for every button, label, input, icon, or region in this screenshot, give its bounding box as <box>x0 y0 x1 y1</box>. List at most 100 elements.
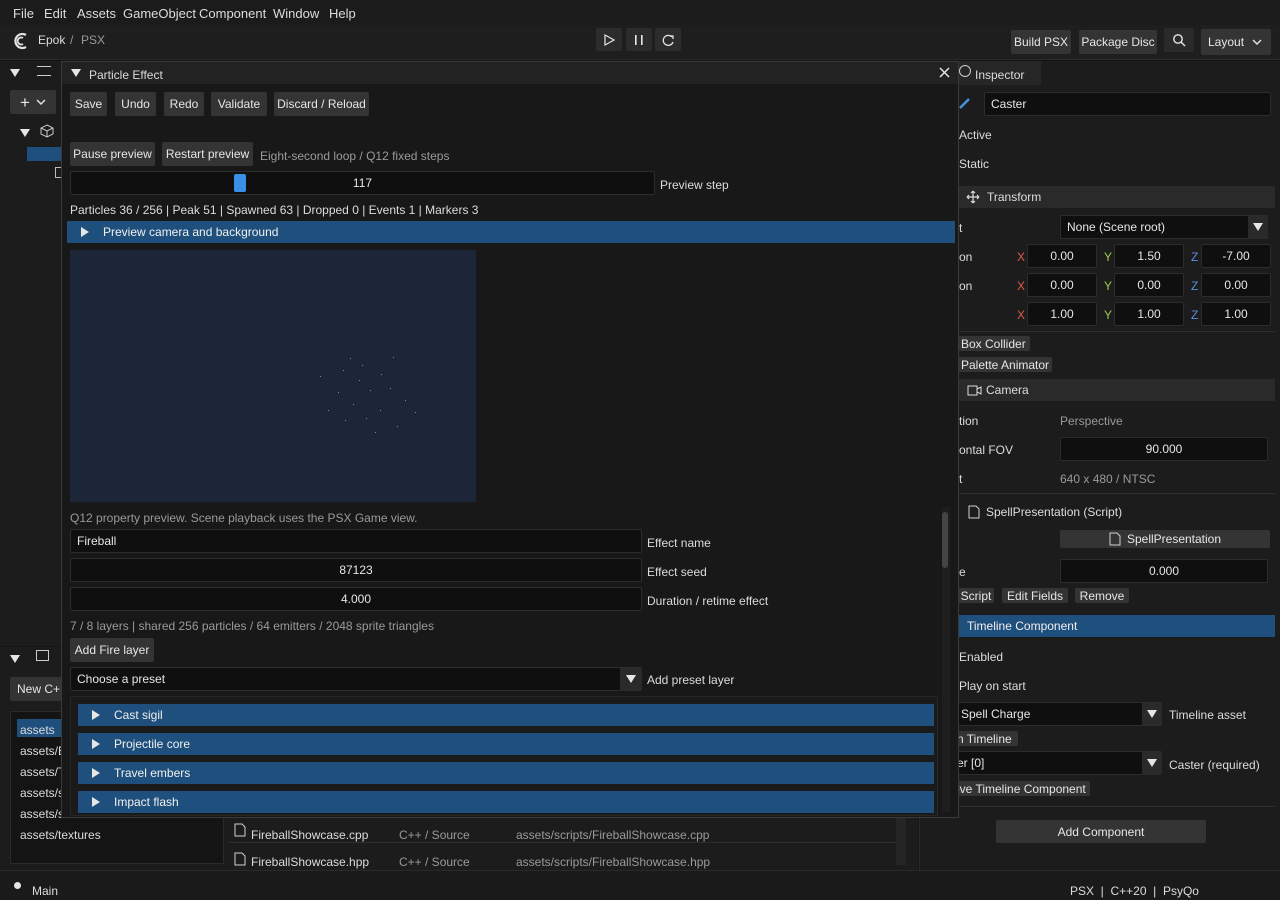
layer-header-projectile-core[interactable]: Projectile core <box>78 733 934 755</box>
menu-gameobject[interactable]: GameObject <box>123 6 196 21</box>
transform-header[interactable]: Transform <box>958 186 1275 208</box>
dialog-titlebar[interactable]: Particle Effect <box>62 62 958 84</box>
inspector-title: Inspector <box>975 68 1025 82</box>
restart-preview-button[interactable]: Restart preview <box>162 142 253 166</box>
timeline-header[interactable]: Timeline Component <box>958 615 1275 637</box>
static-label[interactable]: Static <box>959 157 989 171</box>
build-psx-button[interactable]: Build PSX <box>1011 30 1071 54</box>
duration-field[interactable]: 4.000 <box>70 587 642 611</box>
edit-name-icon[interactable] <box>958 96 972 110</box>
fov-field[interactable]: 90.000 <box>1060 437 1268 461</box>
pause-preview-button[interactable]: Pause preview <box>70 142 155 166</box>
rotation-y-field[interactable]: 0.00 <box>1114 273 1184 297</box>
position-y-field[interactable]: 1.50 <box>1114 244 1184 268</box>
layer-title: Projectile core <box>114 737 191 751</box>
close-icon[interactable] <box>939 67 950 78</box>
file-row[interactable]: FireballShowcase.hpp C++ / Source assets… <box>228 847 896 869</box>
preset-dropdown[interactable]: Choose a preset <box>70 667 642 691</box>
expand-arrow-icon <box>92 797 100 807</box>
folder-item[interactable]: assets <box>20 723 55 737</box>
layer-header-travel-embers[interactable]: Travel embers <box>78 762 934 784</box>
step-button[interactable] <box>655 28 681 51</box>
folder-item[interactable]: assets/E <box>20 744 66 758</box>
scale-x-field[interactable]: 1.00 <box>1027 302 1097 326</box>
menu-component[interactable]: Component <box>199 6 266 21</box>
menu-edit[interactable]: Edit <box>44 6 66 21</box>
scale-y-field[interactable]: 1.00 <box>1114 302 1184 326</box>
preset-dropdown-arrow[interactable] <box>620 668 642 690</box>
scale-z-field[interactable]: 1.00 <box>1201 302 1271 326</box>
timeline-asset-arrow[interactable] <box>1142 703 1162 725</box>
object-name-input[interactable]: Caster <box>984 92 1271 116</box>
layer-header-impact-flash[interactable]: Impact flash <box>78 791 934 813</box>
play-button[interactable] <box>596 28 622 51</box>
add-component-button[interactable]: Add Component <box>996 820 1206 843</box>
active-label[interactable]: Active <box>959 128 992 142</box>
script-value-field[interactable]: 0.000 <box>1060 559 1268 583</box>
timeline-enabled-label[interactable]: Enabled <box>959 650 1003 664</box>
camera-title: Camera <box>986 383 1029 397</box>
preview-camera-title: Preview camera and background <box>103 225 279 239</box>
scene-expand-icon[interactable] <box>20 129 30 137</box>
save-button[interactable]: Save <box>70 92 107 116</box>
layout-dropdown[interactable]: Layout <box>1201 29 1271 55</box>
folder-item[interactable]: assets/s <box>20 786 64 800</box>
dialog-collapse-icon[interactable] <box>71 69 81 77</box>
menu-window[interactable]: Window <box>273 6 319 21</box>
preview-step-thumb[interactable] <box>234 174 246 192</box>
breadcrumb-project[interactable]: Epok <box>38 33 65 47</box>
pause-button[interactable] <box>626 28 652 51</box>
rotation-x-field[interactable]: 0.00 <box>1027 273 1097 297</box>
file-row[interactable]: FireballShowcase.cpp C++ / Source assets… <box>228 817 896 843</box>
menu-file[interactable]: File <box>13 6 34 21</box>
box-collider-button[interactable]: Box Collider <box>958 336 1030 351</box>
package-disc-button[interactable]: Package Disc <box>1079 30 1157 54</box>
folder-item[interactable]: assets/T <box>20 765 65 779</box>
folder-item[interactable]: assets/textures <box>20 828 101 842</box>
rotation-z-field[interactable]: 0.00 <box>1201 273 1271 297</box>
preview-camera-header[interactable]: Preview camera and background <box>67 221 955 243</box>
hierarchy-collapse-icon[interactable] <box>10 69 20 77</box>
particle-preview-viewport[interactable] <box>70 250 476 502</box>
palette-animator-button[interactable]: Palette Animator <box>958 357 1052 372</box>
file-list-scrollbar[interactable] <box>896 817 906 865</box>
discard-reload-button[interactable]: Discard / Reload <box>274 92 369 116</box>
folder-item[interactable]: assets/s <box>20 807 64 821</box>
hierarchy-add-button[interactable]: + <box>10 90 56 114</box>
preview-step-slider[interactable]: 117 <box>70 171 655 195</box>
timeline-asset-dropdown[interactable]: Spell Charge <box>954 702 1162 726</box>
search-button[interactable] <box>1164 28 1194 52</box>
add-fire-layer-button[interactable]: Add Fire layer <box>70 638 154 662</box>
parent-dropdown-arrow[interactable] <box>1248 216 1268 238</box>
hierarchy-menu-icon[interactable] <box>37 66 51 76</box>
layer-header-cast-sigil[interactable]: Cast sigil <box>78 704 934 726</box>
breadcrumb-target[interactable]: PSX <box>81 33 105 47</box>
dialog-scrollbar-thumb[interactable] <box>942 512 948 568</box>
edit-fields-button[interactable]: Edit Fields <box>1002 588 1068 603</box>
hierarchy-selected-row[interactable] <box>27 147 62 161</box>
remove-timeline-button[interactable]: ove Timeline Component <box>950 781 1090 796</box>
project-collapse-icon[interactable] <box>10 655 20 663</box>
caster-dropdown[interactable]: er [0] <box>950 751 1162 775</box>
inspector-tab[interactable]: Inspector <box>956 61 1041 85</box>
script-asset-button[interactable]: SpellPresentation <box>1060 530 1270 548</box>
open-script-button[interactable]: Script <box>958 588 994 603</box>
menu-assets[interactable]: Assets <box>77 6 116 21</box>
timeline-play-on-start-label[interactable]: Play on start <box>959 679 1026 693</box>
open-timeline-button[interactable]: n Timeline <box>954 731 1018 746</box>
position-z-field[interactable]: -7.00 <box>1201 244 1271 268</box>
script-header[interactable]: SpellPresentation (Script) <box>958 501 1275 523</box>
caster-dropdown-arrow[interactable] <box>1142 752 1162 774</box>
divider <box>950 806 1275 807</box>
parent-dropdown[interactable]: None (Scene root) <box>1060 215 1268 239</box>
menu-help[interactable]: Help <box>329 6 356 21</box>
redo-button[interactable]: Redo <box>164 92 204 116</box>
validate-button[interactable]: Validate <box>211 92 267 116</box>
remove-script-button[interactable]: Remove <box>1075 588 1129 603</box>
camera-header[interactable]: Camera <box>958 379 1275 401</box>
position-x-field[interactable]: 0.00 <box>1027 244 1097 268</box>
undo-button[interactable]: Undo <box>115 92 156 116</box>
new-cpp-button[interactable]: New C+ <box>10 677 62 701</box>
effect-name-input[interactable]: Fireball <box>70 529 642 553</box>
effect-seed-field[interactable]: 87123 <box>70 558 642 582</box>
